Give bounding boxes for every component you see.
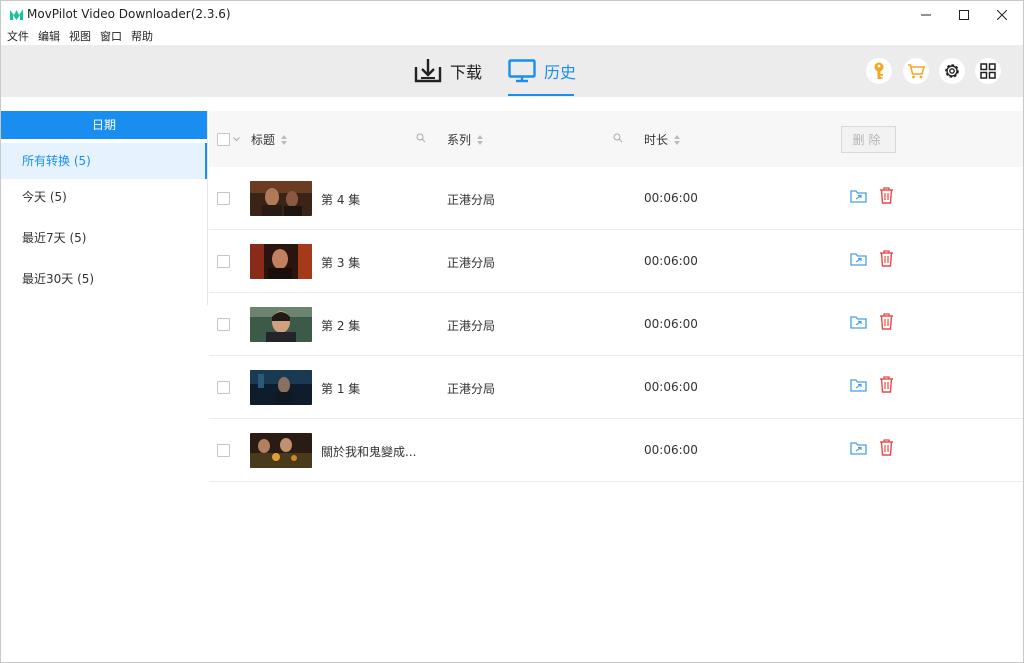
row-checkbox[interactable] (217, 444, 230, 457)
video-thumbnail (250, 307, 312, 342)
close-button[interactable] (984, 1, 1020, 29)
open-folder-icon[interactable] (850, 189, 868, 204)
maximize-button[interactable] (946, 1, 982, 29)
minimize-button[interactable] (908, 1, 944, 29)
title-bar: MovPilot Video Downloader(2.3.6) (1, 1, 1023, 29)
settings-button[interactable] (939, 58, 965, 84)
row-title: 關於我和鬼變成... (321, 445, 417, 459)
sort-icon[interactable] (281, 134, 288, 145)
tab-download[interactable]: 下载 (414, 45, 482, 97)
column-series[interactable]: 系列 (447, 131, 484, 148)
window-title: MovPilot Video Downloader(2.3.6) (27, 7, 231, 21)
column-duration-label: 时长 (644, 133, 669, 147)
row-duration: 00:06:00 (644, 254, 698, 268)
row-duration: 00:06:00 (644, 443, 698, 457)
sort-icon[interactable] (674, 134, 681, 145)
table-row[interactable]: 第 4 集 正港分局 00:06:00 (209, 167, 1023, 230)
video-thumbnail (250, 244, 312, 279)
row-series: 正港分局 (447, 382, 496, 396)
row-checkbox[interactable] (217, 255, 230, 268)
column-duration[interactable]: 时长 (644, 131, 681, 148)
app-window: MovPilot Video Downloader(2.3.6) 文件 编辑 视… (0, 0, 1024, 663)
menu-help[interactable]: 帮助 (125, 29, 156, 45)
download-icon (414, 59, 442, 83)
table-row[interactable]: 第 2 集 正港分局 00:06:00 (209, 293, 1023, 356)
app-logo-icon (10, 9, 23, 20)
menu-window[interactable]: 窗口 (94, 29, 125, 45)
sidebar-item-today[interactable]: 今天 (5) (1, 179, 207, 220)
history-table: 标题 系列 时长 删除 第 4 集 正港分局 00:06:00 第 3 集 正港… (209, 111, 1023, 482)
row-duration: 00:06:00 (644, 317, 698, 331)
column-series-label: 系列 (447, 133, 472, 147)
video-thumbnail (250, 433, 312, 468)
tab-history-label: 历史 (544, 63, 577, 82)
row-duration: 00:06:00 (644, 191, 698, 205)
menu-bar: 文件 编辑 视图 窗口 帮助 (1, 29, 156, 45)
row-checkbox[interactable] (217, 381, 230, 394)
table-row[interactable]: 第 1 集 正港分局 00:06:00 (209, 356, 1023, 419)
search-icon[interactable] (613, 133, 623, 143)
row-title: 第 3 集 (321, 256, 361, 270)
open-folder-icon[interactable] (850, 378, 868, 393)
row-checkbox[interactable] (217, 318, 230, 331)
tab-download-label: 下载 (450, 63, 483, 82)
menu-file[interactable]: 文件 (1, 29, 32, 45)
trash-icon[interactable] (879, 187, 894, 204)
delete-button[interactable]: 删除 (841, 126, 896, 153)
table-row[interactable]: 第 3 集 正港分局 00:06:00 (209, 230, 1023, 293)
sidebar-item-all[interactable]: 所有转换 (5) (1, 143, 207, 179)
open-folder-icon[interactable] (850, 315, 868, 330)
sidebar-item-7-days[interactable]: 最近7天 (5) (1, 220, 207, 261)
row-title: 第 1 集 (321, 382, 361, 396)
menu-view[interactable]: 视图 (63, 29, 94, 45)
trash-icon[interactable] (879, 250, 894, 267)
key-icon (874, 62, 884, 79)
select-all-checkbox[interactable] (217, 133, 230, 146)
trash-icon[interactable] (879, 376, 894, 393)
open-folder-icon[interactable] (850, 252, 868, 267)
monitor-icon (508, 59, 536, 83)
open-folder-icon[interactable] (850, 441, 868, 456)
gear-icon (945, 64, 959, 78)
table-header: 标题 系列 时长 删除 (209, 111, 1023, 167)
row-title: 第 2 集 (321, 319, 361, 333)
video-thumbnail (250, 370, 312, 405)
menu-edit[interactable]: 编辑 (32, 29, 63, 45)
trash-icon[interactable] (879, 313, 894, 330)
sidebar-item-30-days[interactable]: 最近30天 (5) (1, 261, 207, 302)
grid-icon (980, 63, 996, 79)
tab-history[interactable]: 历史 (508, 45, 576, 97)
video-thumbnail (250, 181, 312, 216)
table-row[interactable]: 關於我和鬼變成... 00:06:00 (209, 419, 1023, 482)
cart-icon (908, 64, 925, 79)
active-tab-indicator (508, 94, 574, 96)
cart-button[interactable] (903, 58, 929, 84)
column-title-label: 标题 (251, 133, 276, 147)
row-duration: 00:06:00 (644, 380, 698, 394)
row-series: 正港分局 (447, 319, 496, 333)
date-sidebar: 日期 所有转换 (5) 今天 (5) 最近7天 (5) 最近30天 (5) (1, 111, 208, 305)
column-title[interactable]: 标题 (251, 131, 288, 148)
row-checkbox[interactable] (217, 192, 230, 205)
trash-icon[interactable] (879, 439, 894, 456)
row-title: 第 4 集 (321, 193, 361, 207)
search-icon[interactable] (416, 133, 426, 143)
row-series: 正港分局 (447, 256, 496, 270)
register-button[interactable] (866, 58, 892, 84)
chevron-down-icon[interactable] (233, 137, 240, 142)
sort-icon[interactable] (477, 134, 484, 145)
row-series: 正港分局 (447, 193, 496, 207)
sidebar-heading: 日期 (1, 111, 207, 139)
top-header: 下载 历史 (1, 45, 1023, 97)
apps-button[interactable] (975, 58, 1001, 84)
